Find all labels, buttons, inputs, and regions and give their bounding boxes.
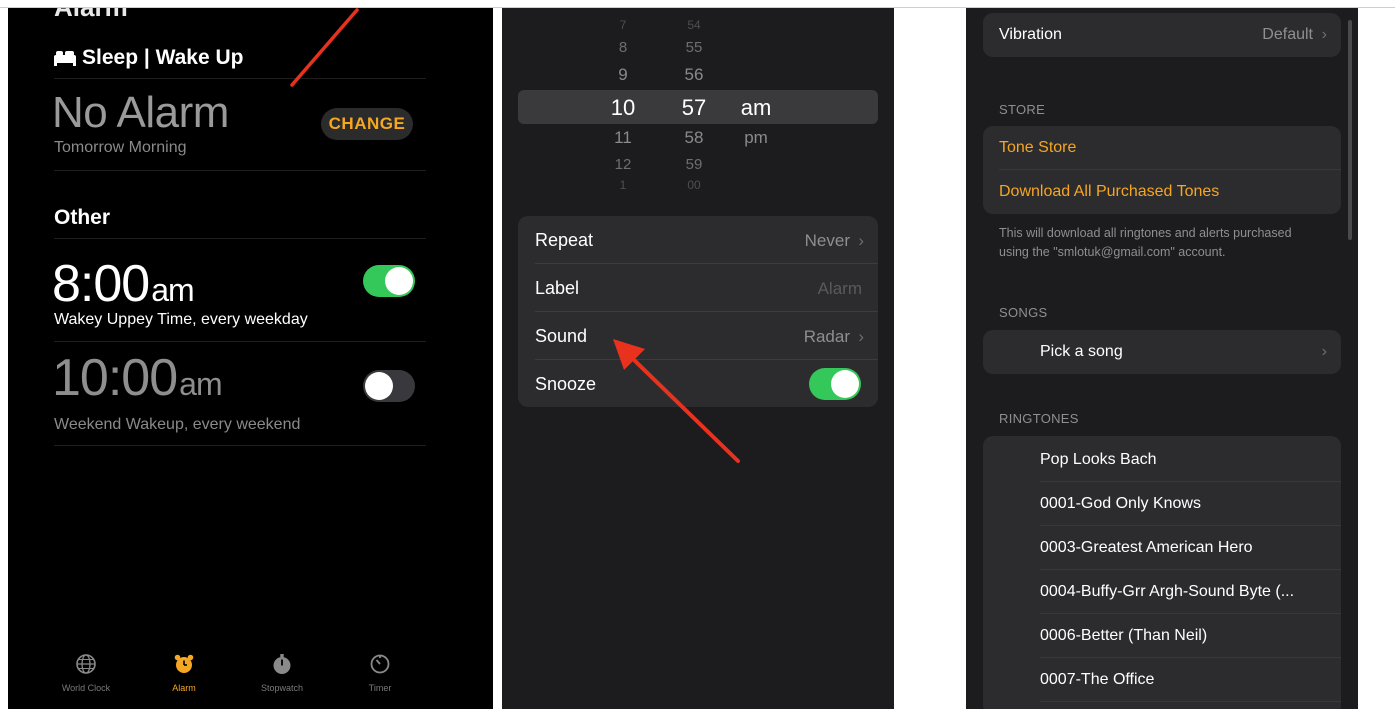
screenshot-root: Alarm Sleep | Wake Up No Alarm Tomorrow … (0, 0, 1395, 709)
annotation-line-top (290, 8, 359, 87)
annotation-line-sound (630, 356, 740, 463)
annotation-arrows (290, 8, 740, 463)
